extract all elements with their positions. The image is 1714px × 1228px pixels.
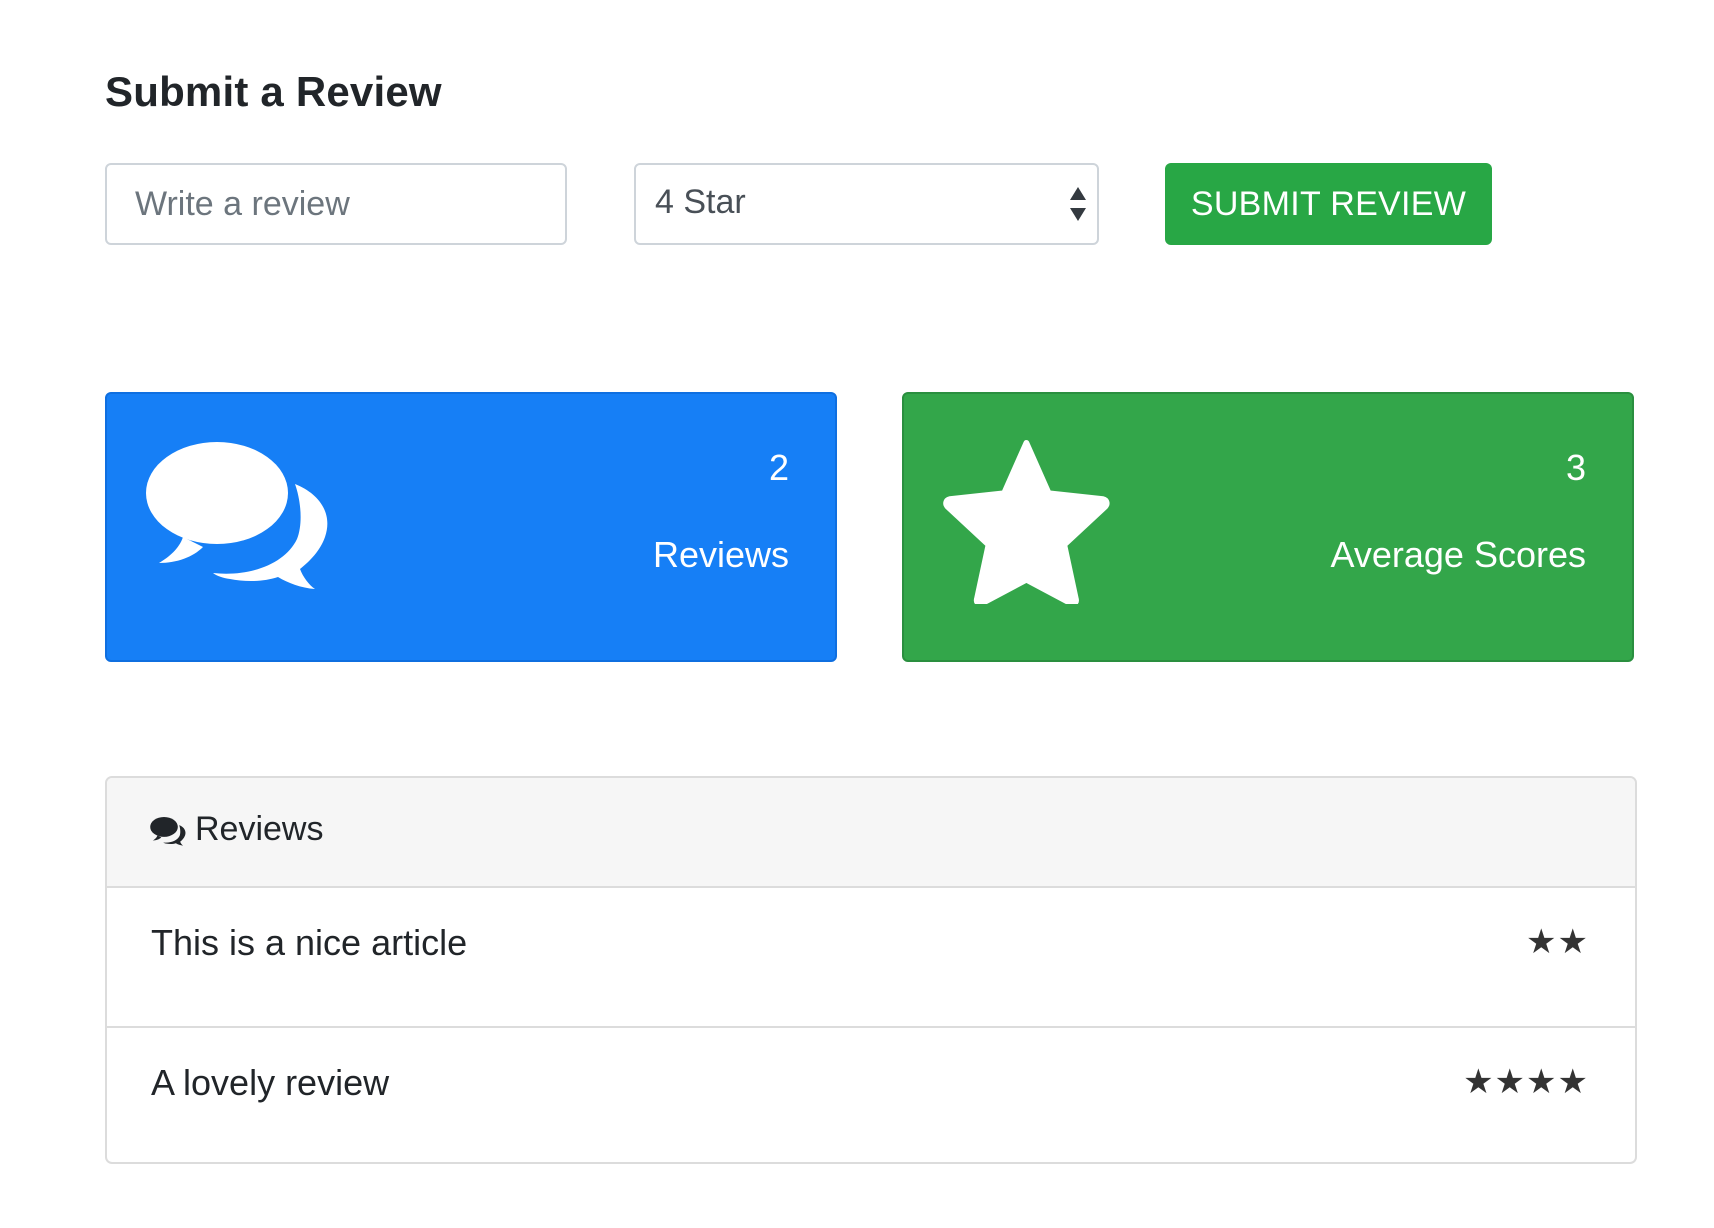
review-list-item: This is a nice article ★★ bbox=[107, 888, 1635, 1028]
reviews-panel-title: Reviews bbox=[195, 810, 324, 848]
review-rating-stars: ★★ bbox=[1526, 922, 1589, 962]
select-arrows-icon bbox=[1070, 187, 1086, 221]
reviews-count-card: 2 Reviews bbox=[105, 392, 837, 662]
review-rating-stars: ★★★★ bbox=[1463, 1062, 1589, 1102]
star-icon bbox=[943, 439, 1110, 604]
review-text: This is a nice article bbox=[151, 922, 468, 963]
review-input[interactable] bbox=[105, 163, 567, 245]
reviews-panel-header: Reviews bbox=[107, 778, 1635, 888]
reviews-count: 2 bbox=[768, 447, 789, 488]
rating-select[interactable]: 4 Star bbox=[634, 163, 1099, 245]
review-list-item: A lovely review ★★★★ bbox=[107, 1028, 1635, 1162]
page-title: Submit a Review bbox=[105, 68, 442, 115]
reviews-label: Reviews bbox=[652, 534, 789, 575]
average-score-card: 3 Average Scores bbox=[902, 392, 1634, 662]
rating-select-value: 4 Star bbox=[655, 183, 746, 221]
comments-icon bbox=[146, 442, 328, 589]
review-text: A lovely review bbox=[151, 1062, 390, 1103]
reviews-panel: Reviews This is a nice article ★★ A love… bbox=[105, 776, 1637, 1164]
review-form: 4 Star SUBMIT REVIEW bbox=[105, 163, 1630, 245]
comments-icon bbox=[150, 816, 186, 846]
submit-review-button[interactable]: SUBMIT REVIEW bbox=[1165, 163, 1492, 245]
average-score-label: Average Scores bbox=[1330, 534, 1586, 575]
average-score-value: 3 bbox=[1565, 447, 1586, 488]
